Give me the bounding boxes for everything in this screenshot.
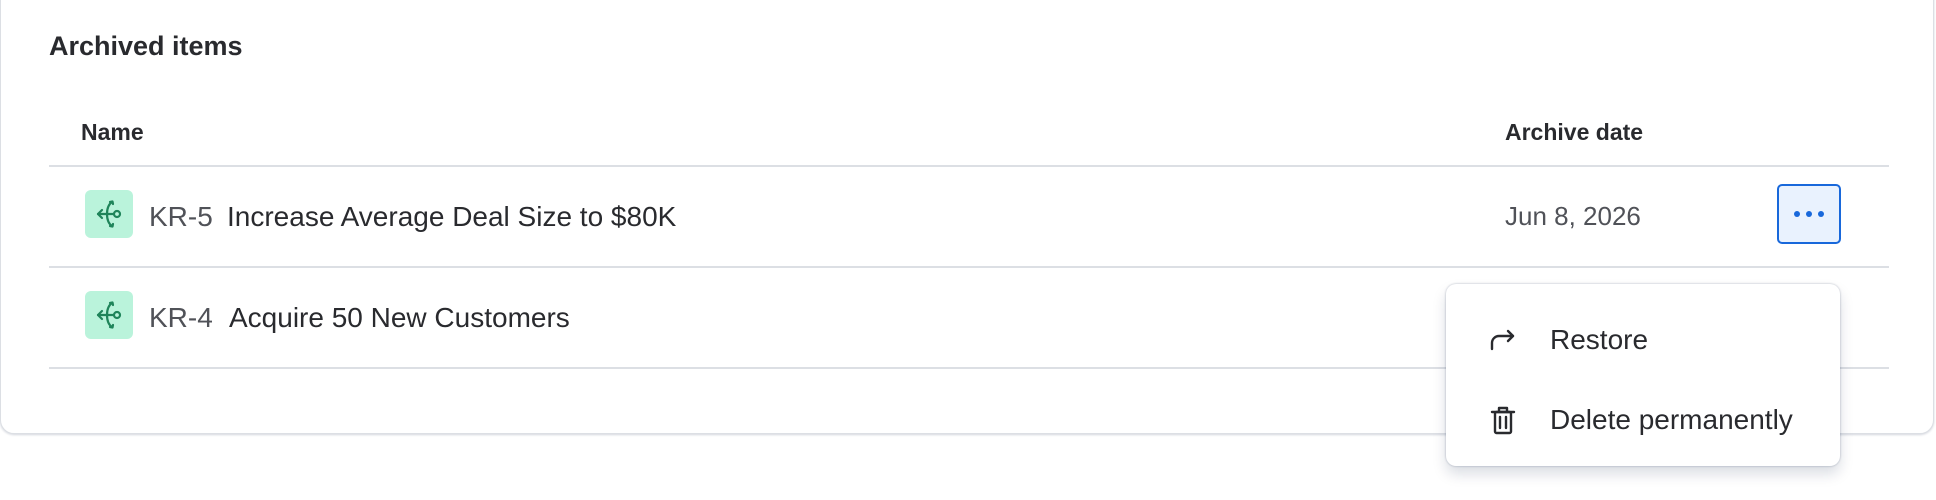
item-key: KR-4 (149, 302, 213, 333)
more-actions-button[interactable] (1777, 184, 1841, 244)
column-header-archive-date: Archive date (1505, 119, 1644, 145)
column-header-name: Name (81, 119, 144, 145)
menu-item-delete-permanently[interactable]: Delete permanently (1446, 380, 1840, 460)
item-name-link[interactable]: Acquire 50 New Customers (229, 302, 570, 334)
actions-dropdown-menu: Restore Delete permanently (1446, 284, 1840, 466)
menu-item-label: Restore (1550, 324, 1649, 355)
item-name-link[interactable]: Increase Average Deal Size to $80K (227, 201, 676, 233)
section-title: Archived items (49, 31, 243, 61)
archive-date: Jun 8, 2026 (1505, 201, 1641, 231)
more-horizontal-icon (1794, 211, 1800, 217)
menu-item-label: Delete permanently (1550, 404, 1793, 435)
restore-icon (1486, 323, 1520, 357)
item-key: KR-5 (149, 201, 213, 232)
key-result-icon (85, 190, 133, 238)
trash-icon (1486, 403, 1520, 437)
table-row: KR-5 Increase Average Deal Size to $80K … (49, 167, 1889, 268)
menu-item-restore[interactable]: Restore (1446, 300, 1840, 380)
key-result-icon (85, 291, 133, 339)
table-header: Name Archive date (49, 111, 1889, 167)
